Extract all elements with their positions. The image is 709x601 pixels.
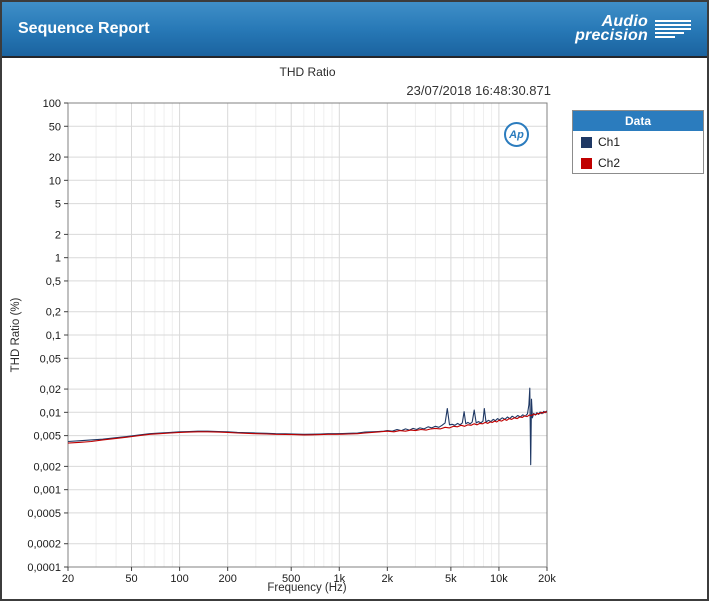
y-tick-label: 1 [55, 253, 61, 265]
legend-panel: Data Ch1 Ch2 [572, 110, 704, 174]
legend-swatch-icon [581, 136, 592, 148]
y-tick-label: 50 [49, 121, 61, 133]
y-tick-label: 0,0005 [27, 508, 61, 520]
legend-items: Ch1 Ch2 [573, 131, 703, 173]
x-tick-label: 200 [218, 573, 236, 585]
legend-item-ch2: Ch2 [573, 152, 703, 173]
legend-item-ch1: Ch1 [573, 131, 703, 152]
y-tick-label: 2 [55, 229, 61, 241]
x-tick-label: 100 [170, 573, 188, 585]
chart-title: THD Ratio [279, 65, 336, 79]
y-tick-label: 0,001 [33, 485, 61, 497]
y-tick-label: 10 [49, 175, 61, 187]
y-tick-label: 20 [49, 152, 61, 164]
logo-bars-icon [655, 20, 691, 38]
legend-label: Ch1 [598, 135, 621, 149]
y-tick-label: 0,0002 [27, 539, 61, 551]
sequence-report-window: Sequence Report Audio precision 20 50 100 2… [0, 0, 709, 601]
x-axis-title: Frequency (Hz) [267, 582, 347, 594]
header-bar: Sequence Report Audio precision [2, 2, 707, 58]
x-tick-label: 2k [382, 573, 394, 585]
x-tick-label: 50 [125, 573, 137, 585]
legend-header: Data [573, 111, 703, 131]
thd-ratio-plot: 20 50 100 200 500 1k 2k 5k 10k 20k1005020105210,5… [27, 98, 556, 585]
y-tick-label: 5 [55, 199, 61, 211]
x-tick-label: 5k [445, 573, 457, 585]
y-tick-label: 0,02 [40, 384, 61, 396]
legend-label: Ch2 [598, 156, 621, 170]
series-ch2 [68, 411, 547, 444]
x-tick-label: 20 [62, 573, 74, 585]
y-tick-label: 0,1 [46, 330, 61, 342]
y-tick-label: 100 [43, 98, 61, 110]
page-title: Sequence Report [18, 20, 150, 37]
y-tick-label: 0,0001 [27, 562, 61, 574]
y-tick-label: 0,002 [33, 461, 61, 473]
brand-line2: precision [575, 27, 648, 44]
plot-border [67, 102, 548, 568]
y-tick-label: 0,01 [40, 407, 61, 419]
y-tick-label: 0,005 [33, 431, 61, 443]
y-tick-label: 0,5 [46, 276, 61, 288]
timestamp: 23/07/2018 16:48:30.871 [406, 83, 551, 98]
y-axis-title: THD Ratio (%) [10, 297, 22, 373]
legend-swatch-icon [581, 157, 592, 169]
ap-logo-icon: Ap [504, 122, 529, 147]
y-tick-label: 0,2 [46, 307, 61, 319]
brand-text: Audio precision [575, 14, 648, 44]
x-tick-label: 10k [490, 573, 508, 585]
audio-precision-logo: Audio precision [575, 14, 691, 44]
y-tick-label: 0,05 [40, 353, 61, 365]
series-ch1 [68, 387, 547, 466]
x-tick-label: 20k [538, 573, 556, 585]
